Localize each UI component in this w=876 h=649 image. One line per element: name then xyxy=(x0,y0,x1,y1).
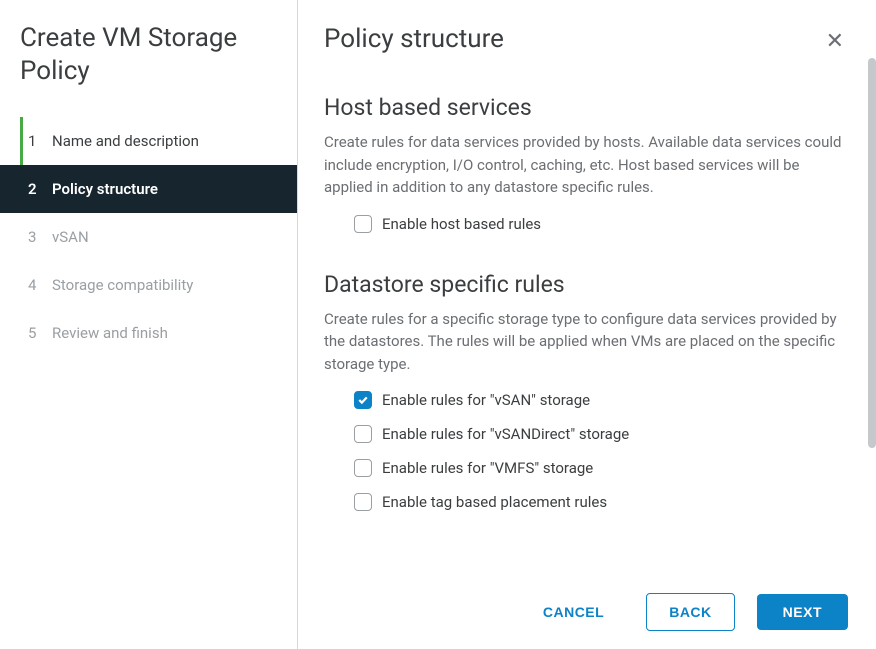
step-policy-structure[interactable]: 2 Policy structure xyxy=(0,165,297,213)
wizard-title: Create VM Storage Policy xyxy=(0,22,297,111)
close-icon: ✕ xyxy=(826,28,844,53)
wizard-sidebar: Create VM Storage Policy 1 Name and desc… xyxy=(0,0,298,649)
step-number: 5 xyxy=(28,324,52,342)
checkbox-label: Enable tag based placement rules xyxy=(382,493,607,511)
enable-tag-based-placement-row[interactable]: Enable tag based placement rules xyxy=(324,489,850,515)
close-button[interactable]: ✕ xyxy=(820,28,850,54)
datastore-checkbox-list: Enable rules for "vSAN" storage Enable r… xyxy=(324,387,850,515)
wizard-dialog: Create VM Storage Policy 1 Name and desc… xyxy=(0,0,876,649)
step-number: 2 xyxy=(28,180,52,198)
step-label: vSAN xyxy=(52,228,89,246)
enable-vsan-storage-row[interactable]: Enable rules for "vSAN" storage xyxy=(324,387,850,413)
wizard-main: Policy structure ✕ Host based services C… xyxy=(298,0,876,649)
section-title: Datastore specific rules xyxy=(324,271,850,298)
check-icon xyxy=(357,394,369,406)
step-name-and-description[interactable]: 1 Name and description xyxy=(0,117,297,165)
back-button[interactable]: BACK xyxy=(646,593,734,631)
cancel-button[interactable]: CANCEL xyxy=(523,594,624,630)
checkbox-enable-vmfs-storage[interactable] xyxy=(354,459,372,477)
checkbox-enable-tag-based-placement[interactable] xyxy=(354,493,372,511)
step-review-and-finish: 5 Review and finish xyxy=(0,309,297,357)
enable-host-based-rules-row[interactable]: Enable host based rules xyxy=(324,211,850,237)
step-number: 3 xyxy=(28,228,52,246)
enable-vsandirect-storage-row[interactable]: Enable rules for "vSANDirect" storage xyxy=(324,421,850,447)
section-description: Create rules for a specific storage type… xyxy=(324,308,850,376)
step-label: Storage compatibility xyxy=(52,276,193,294)
next-button[interactable]: NEXT xyxy=(757,594,848,630)
wizard-steps: 1 Name and description 2 Policy structur… xyxy=(0,117,297,357)
checkbox-label: Enable host based rules xyxy=(382,215,541,233)
step-label: Policy structure xyxy=(52,180,158,198)
step-vsan: 3 vSAN xyxy=(0,213,297,261)
checkbox-label: Enable rules for "vSAN" storage xyxy=(382,391,590,409)
host-based-services-section: Host based services Create rules for dat… xyxy=(324,94,850,237)
step-label: Name and description xyxy=(52,132,199,150)
enable-vmfs-storage-row[interactable]: Enable rules for "VMFS" storage xyxy=(324,455,850,481)
step-storage-compatibility: 4 Storage compatibility xyxy=(0,261,297,309)
checkbox-enable-vsan-storage[interactable] xyxy=(354,391,372,409)
page-header: Policy structure ✕ xyxy=(298,0,876,54)
section-description: Create rules for data services provided … xyxy=(324,131,850,199)
page-content: Host based services Create rules for dat… xyxy=(298,54,876,579)
step-number: 4 xyxy=(28,276,52,294)
checkbox-label: Enable rules for "VMFS" storage xyxy=(382,459,593,477)
scrollbar-thumb[interactable] xyxy=(868,58,876,448)
section-title: Host based services xyxy=(324,94,850,121)
datastore-specific-rules-section: Datastore specific rules Create rules fo… xyxy=(324,271,850,516)
checkbox-enable-vsandirect-storage[interactable] xyxy=(354,425,372,443)
checkbox-enable-host-based-rules[interactable] xyxy=(354,215,372,233)
page-title: Policy structure xyxy=(324,24,504,54)
checkbox-label: Enable rules for "vSANDirect" storage xyxy=(382,425,629,443)
wizard-footer: CANCEL BACK NEXT xyxy=(298,579,876,649)
step-label: Review and finish xyxy=(52,324,168,342)
step-number: 1 xyxy=(28,132,52,150)
